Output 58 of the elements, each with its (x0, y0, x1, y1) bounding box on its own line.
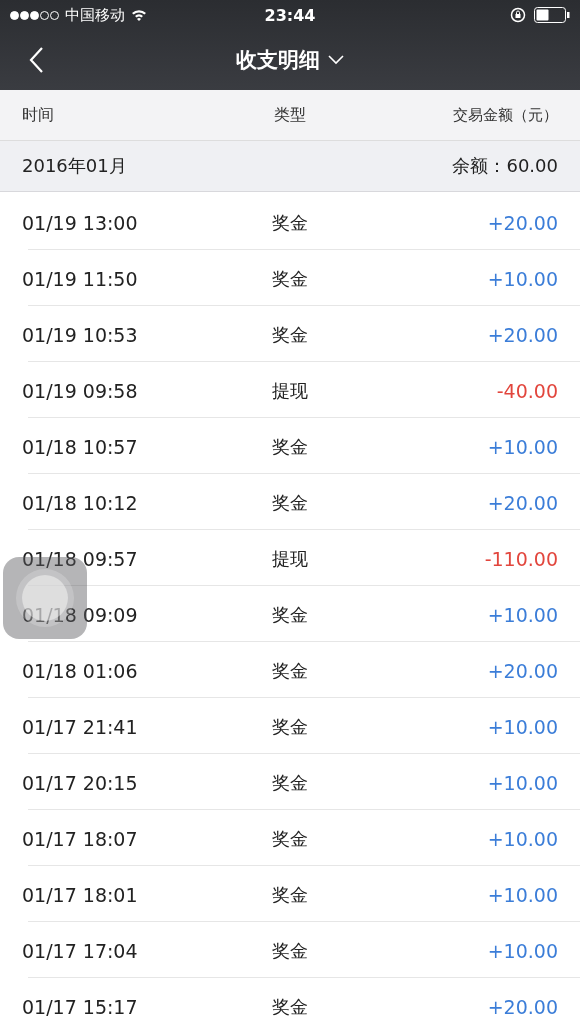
type-cell-text: 奖金 (271, 434, 309, 459)
time-cell-text: 01/18 01:06 (22, 659, 139, 682)
amount-cell-text: +20.00 (486, 995, 558, 1018)
type-cell-text: 奖金 (271, 210, 309, 235)
type-cell-text: 奖金 (271, 266, 309, 291)
amount-cell-text: +10.00 (486, 883, 558, 906)
time-cell-text: 01/17 20:15 (22, 771, 139, 794)
time-cell-text: 01/17 18:01 (22, 883, 139, 906)
amount-cell-text: +10.00 (486, 715, 558, 738)
month-label: 2016年01月 (22, 154, 127, 178)
time-cell-text: 01/19 10:53 (22, 323, 139, 346)
time-cell-text: 01/17 21:41 (22, 715, 139, 738)
amount-cell-text: +20.00 (486, 659, 558, 682)
amount-cell-text: +10.00 (486, 435, 558, 458)
time-cell-text: 01/19 13:00 (22, 211, 139, 234)
battery-icon (534, 7, 570, 23)
type-cell-text: 奖金 (271, 322, 309, 347)
time-cell-text: 01/18 09:57 (22, 547, 139, 570)
column-header: 类型 (273, 104, 307, 126)
amount-cell-text: +10.00 (486, 603, 558, 626)
column-header: 时间 (22, 104, 55, 126)
column-header: 交易金额（元） (452, 105, 558, 125)
amount-cell-text: +10.00 (486, 827, 558, 850)
clock-time: 23:44 (264, 5, 316, 25)
type-cell-text: 奖金 (271, 602, 309, 627)
type-cell-text: 奖金 (271, 658, 309, 683)
amount-cell-text: +20.00 (486, 323, 558, 346)
amount-cell-text: +10.00 (486, 267, 558, 290)
time-cell-text: 01/19 11:50 (22, 267, 139, 290)
type-cell-text: 奖金 (271, 714, 309, 739)
time-cell-text: 01/18 10:57 (22, 435, 139, 458)
type-cell-text: 提现 (271, 378, 309, 403)
amount-cell-text: +10.00 (486, 771, 558, 794)
wifi-icon (131, 9, 147, 21)
type-cell-text: 奖金 (271, 882, 309, 907)
type-cell-text: 奖金 (271, 938, 309, 963)
rotation-lock-icon (510, 7, 526, 23)
type-cell-text: 提现 (271, 546, 309, 571)
type-cell-text: 奖金 (271, 770, 309, 795)
amount-cell-text: -110.00 (483, 547, 558, 570)
time-cell-text: 01/18 10:12 (22, 491, 139, 514)
time-cell-text: 01/18 09:09 (22, 603, 139, 626)
amount-cell-text: -40.00 (495, 379, 558, 402)
type-cell-text: 奖金 (271, 994, 309, 1019)
amount-cell-text: +20.00 (486, 491, 558, 514)
back-icon (28, 46, 44, 74)
carrier-name: 中国移动 (65, 5, 125, 25)
time-cell-text: 01/17 17:04 (22, 939, 139, 962)
type-cell-text: 奖金 (271, 490, 309, 515)
time-cell-text: 01/19 09:58 (22, 379, 139, 402)
chevron-down-icon[interactable] (328, 55, 344, 65)
amount-cell-text: +20.00 (486, 211, 558, 234)
time-cell-text: 01/17 15:17 (22, 995, 139, 1018)
type-cell-text: 奖金 (271, 826, 309, 851)
amount-cell-text: +10.00 (486, 939, 558, 962)
time-cell-text: 01/17 18:07 (22, 827, 139, 850)
page-title[interactable]: 收支明细 (236, 46, 320, 74)
balance-text: 余额：60.00 (452, 154, 558, 178)
